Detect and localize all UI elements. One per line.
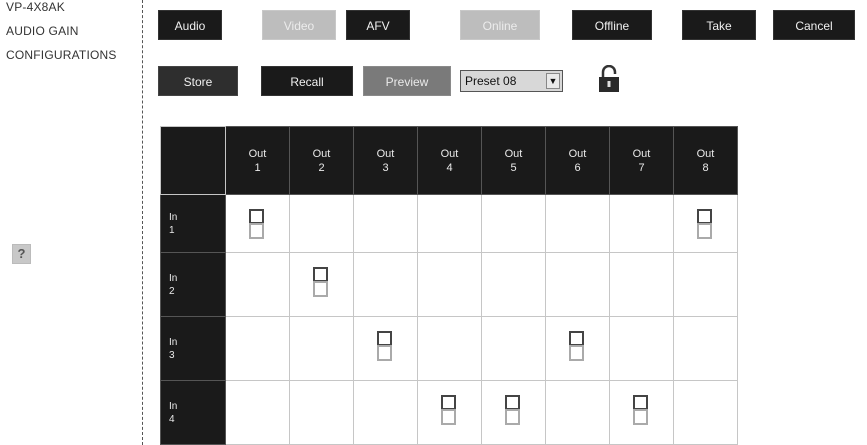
crosspoint-in1-out6[interactable] bbox=[545, 194, 610, 253]
output-header-4[interactable]: Out 4 bbox=[417, 126, 482, 195]
offline-button[interactable]: Offline bbox=[572, 10, 652, 40]
crosspoint-in4-out6[interactable] bbox=[545, 380, 610, 445]
crosspoint-in3-out7[interactable] bbox=[609, 316, 674, 381]
preset-select-value: Preset 08 bbox=[465, 74, 517, 88]
matrix-corner bbox=[160, 126, 226, 195]
route-switch-icon[interactable] bbox=[313, 267, 328, 297]
input-header-4[interactable]: In 4 bbox=[160, 380, 226, 445]
route-switch-icon[interactable] bbox=[697, 209, 712, 239]
input-header-2[interactable]: In 2 bbox=[160, 252, 226, 317]
recall-button[interactable]: Recall bbox=[261, 66, 353, 96]
afv-button[interactable]: AFV bbox=[346, 10, 410, 40]
crosspoint-in1-out1[interactable] bbox=[225, 194, 290, 253]
store-button[interactable]: Store bbox=[158, 66, 238, 96]
output-header-8[interactable]: Out 8 bbox=[673, 126, 738, 195]
crosspoint-in2-out6[interactable] bbox=[545, 252, 610, 317]
crosspoint-in3-out4[interactable] bbox=[417, 316, 482, 381]
routing-matrix: Out 1 Out 2 Out 3 Out 4 Out 5 Out 6 Out 7 Out 8 … bbox=[160, 126, 738, 445]
route-switch-icon[interactable] bbox=[249, 209, 264, 239]
cancel-button[interactable]: Cancel bbox=[773, 10, 855, 40]
route-switch-icon[interactable] bbox=[633, 395, 648, 425]
matrix-row-in4: In 4 bbox=[160, 380, 738, 445]
crosspoint-in1-out4[interactable] bbox=[417, 194, 482, 253]
route-switch-icon[interactable] bbox=[569, 331, 584, 361]
online-button[interactable]: Online bbox=[460, 10, 540, 40]
crosspoint-in2-out5[interactable] bbox=[481, 252, 546, 317]
crosspoint-in3-out8[interactable] bbox=[673, 316, 738, 381]
crosspoint-in2-out1[interactable] bbox=[225, 252, 290, 317]
route-switch-icon[interactable] bbox=[441, 395, 456, 425]
crosspoint-in2-out2[interactable] bbox=[289, 252, 354, 317]
preview-button[interactable]: Preview bbox=[363, 66, 451, 96]
route-switch-icon[interactable] bbox=[377, 331, 392, 361]
help-icon[interactable]: ? bbox=[12, 244, 31, 264]
crosspoint-in4-out2[interactable] bbox=[289, 380, 354, 445]
crosspoint-in4-out8[interactable] bbox=[673, 380, 738, 445]
crosspoint-in1-out5[interactable] bbox=[481, 194, 546, 253]
device-subtitle-line2: CONFIGURATIONS bbox=[6, 48, 117, 62]
matrix-row-in3: In 3 bbox=[160, 316, 738, 381]
output-header-3[interactable]: Out 3 bbox=[353, 126, 418, 195]
route-switch-icon[interactable] bbox=[505, 395, 520, 425]
crosspoint-in4-out7[interactable] bbox=[609, 380, 674, 445]
crosspoint-in1-out3[interactable] bbox=[353, 194, 418, 253]
input-header-1[interactable]: In 1 bbox=[160, 194, 226, 253]
crosspoint-in1-out8[interactable] bbox=[673, 194, 738, 253]
video-button[interactable]: Video bbox=[262, 10, 336, 40]
crosspoint-in3-out2[interactable] bbox=[289, 316, 354, 381]
output-header-1[interactable]: Out 1 bbox=[225, 126, 290, 195]
audio-button[interactable]: Audio bbox=[158, 10, 222, 40]
preset-select[interactable]: Preset 08 ▼ bbox=[460, 70, 563, 92]
crosspoint-in3-out5[interactable] bbox=[481, 316, 546, 381]
output-header-5[interactable]: Out 5 bbox=[481, 126, 546, 195]
crosspoint-in3-out6[interactable] bbox=[545, 316, 610, 381]
crosspoint-in2-out3[interactable] bbox=[353, 252, 418, 317]
left-panel: VP-4X8AK AUDIO GAIN CONFIGURATIONS ? bbox=[0, 0, 143, 445]
unlock-icon[interactable] bbox=[598, 65, 620, 93]
crosspoint-in4-out1[interactable] bbox=[225, 380, 290, 445]
output-header-2[interactable]: Out 2 bbox=[289, 126, 354, 195]
crosspoint-in2-out4[interactable] bbox=[417, 252, 482, 317]
app-root: VP-4X8AK AUDIO GAIN CONFIGURATIONS ? Aud… bbox=[0, 0, 867, 445]
crosspoint-in3-out1[interactable] bbox=[225, 316, 290, 381]
crosspoint-in4-out3[interactable] bbox=[353, 380, 418, 445]
matrix-row-in2: In 2 bbox=[160, 252, 738, 317]
crosspoint-in4-out4[interactable] bbox=[417, 380, 482, 445]
crosspoint-in2-out8[interactable] bbox=[673, 252, 738, 317]
output-header-6[interactable]: Out 6 bbox=[545, 126, 610, 195]
crosspoint-in1-out2[interactable] bbox=[289, 194, 354, 253]
device-model: VP-4X8AK bbox=[6, 0, 65, 14]
take-button[interactable]: Take bbox=[682, 10, 756, 40]
crosspoint-in1-out7[interactable] bbox=[609, 194, 674, 253]
input-header-3[interactable]: In 3 bbox=[160, 316, 226, 381]
crosspoint-in4-out5[interactable] bbox=[481, 380, 546, 445]
output-header-7[interactable]: Out 7 bbox=[609, 126, 674, 195]
matrix-header-row: Out 1 Out 2 Out 3 Out 4 Out 5 Out 6 Out 7 Out 8 bbox=[160, 126, 738, 195]
crosspoint-in2-out7[interactable] bbox=[609, 252, 674, 317]
chevron-down-icon[interactable]: ▼ bbox=[546, 73, 560, 89]
device-subtitle-line1: AUDIO GAIN bbox=[6, 24, 79, 38]
crosspoint-in3-out3[interactable] bbox=[353, 316, 418, 381]
matrix-row-in1: In 1 bbox=[160, 194, 738, 253]
